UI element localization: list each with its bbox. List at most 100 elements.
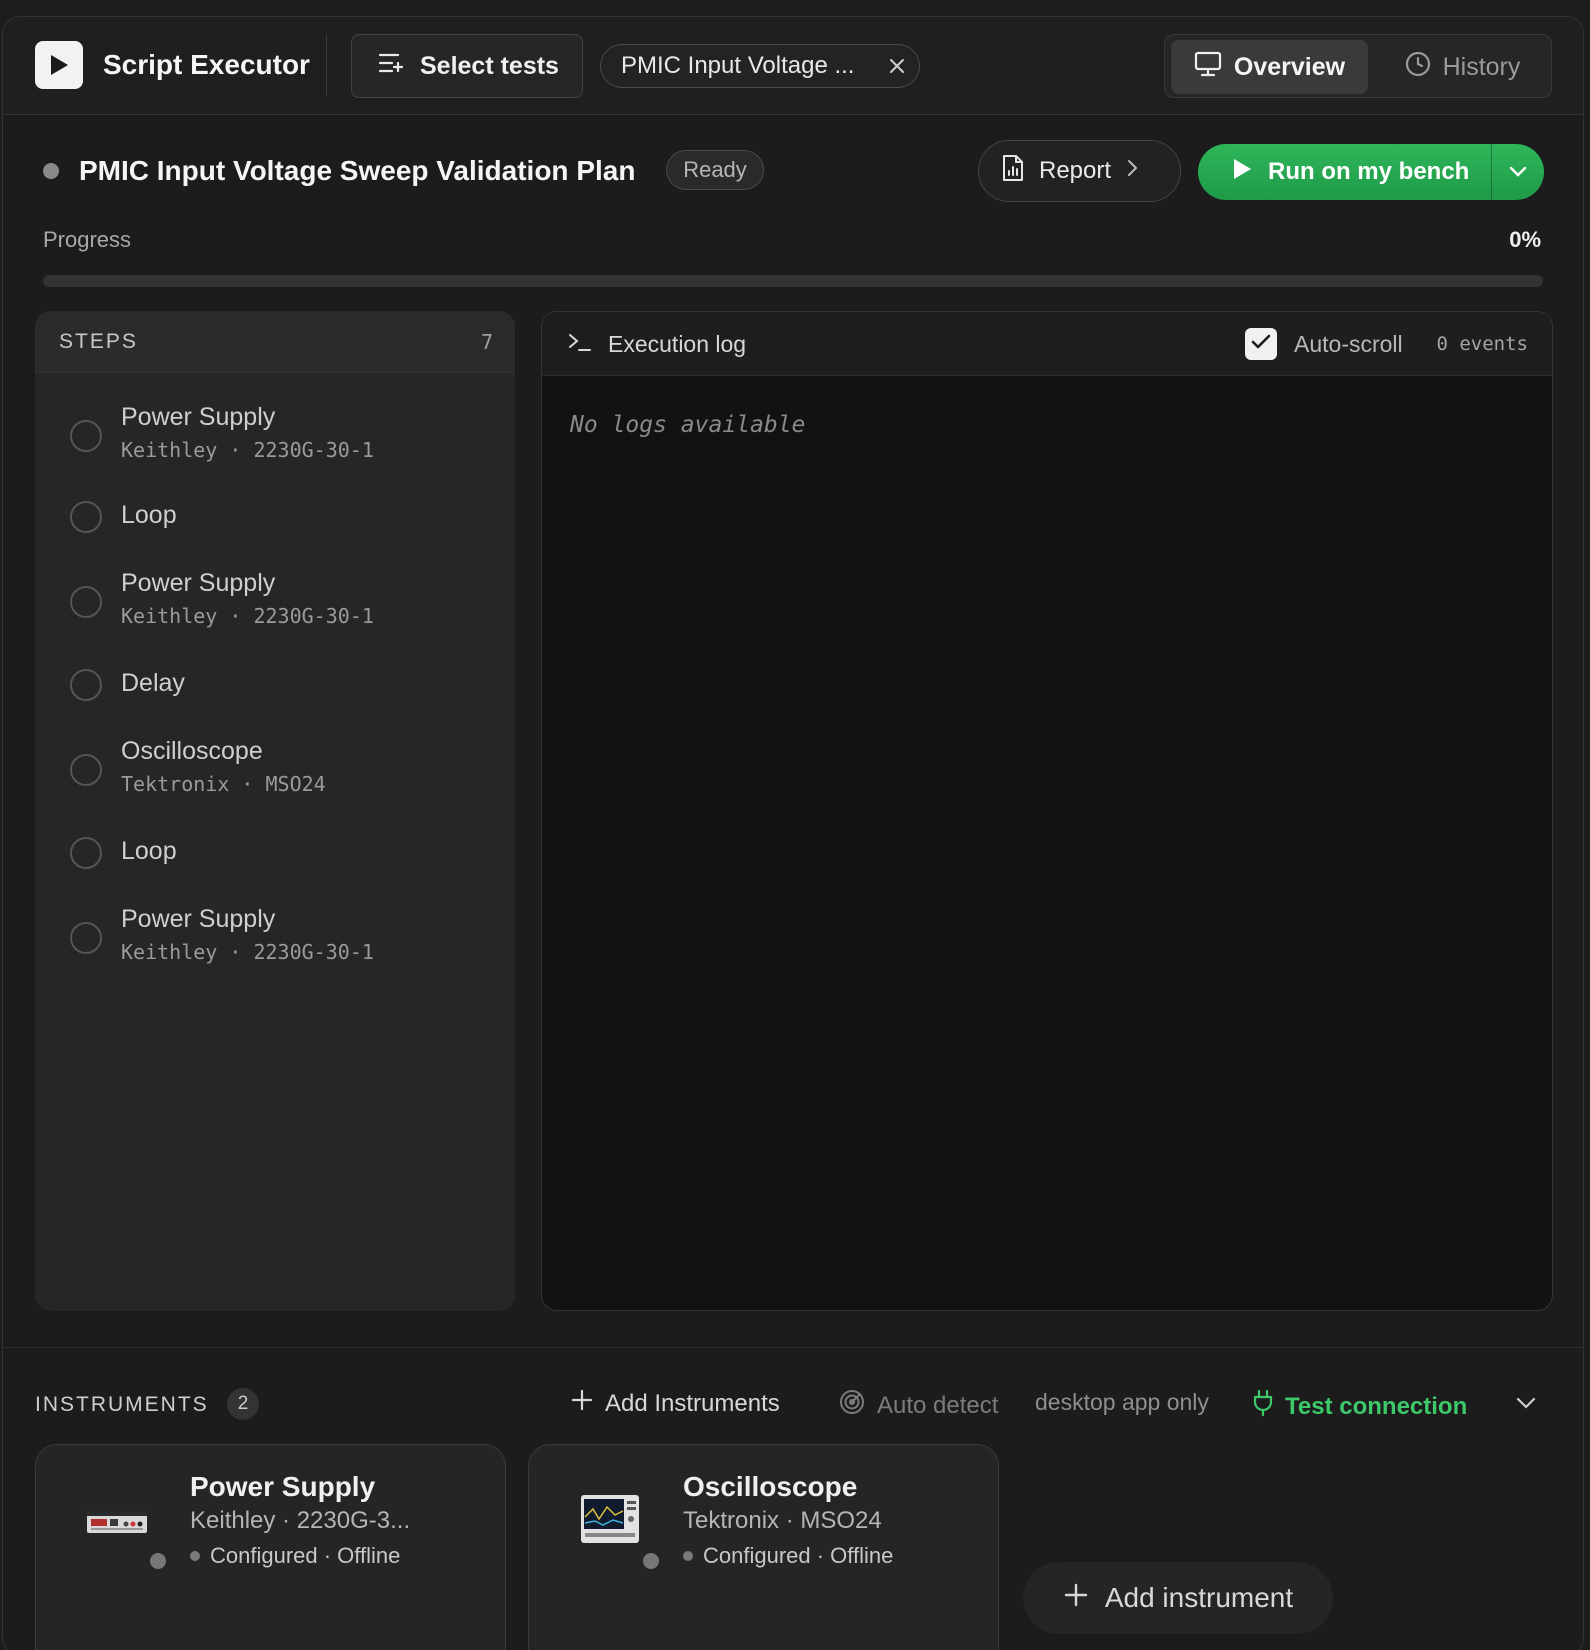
report-document-icon: [1001, 154, 1025, 189]
step-status-circle-icon: [70, 754, 102, 786]
steps-header: STEPS 7: [35, 311, 515, 373]
plus-icon: [571, 1389, 593, 1418]
step-instrument: Tektronix · MSO24: [121, 772, 326, 796]
progress-bar: [43, 275, 1543, 287]
progress-value: 0%: [1509, 227, 1541, 252]
step-item[interactable]: Loop: [35, 835, 515, 875]
plug-icon: [1253, 1389, 1273, 1424]
instrument-status-text: Configured · Offline: [210, 1543, 401, 1568]
report-button[interactable]: Report: [978, 140, 1181, 202]
step-status-circle-icon: [70, 501, 102, 533]
step-instrument: Keithley · 2230G-30-1: [121, 940, 374, 964]
step-instrument: Keithley · 2230G-30-1: [121, 438, 374, 462]
select-tests-button[interactable]: Select tests: [351, 34, 583, 98]
instrument-card-power-supply[interactable]: Power Supply Keithley · 2230G-3... Confi…: [35, 1444, 506, 1650]
terminal-icon: [568, 331, 592, 358]
instrument-status: Configured · Offline: [190, 1543, 400, 1569]
auto-scroll-checkbox[interactable]: [1245, 328, 1277, 360]
status-dot: [190, 1551, 200, 1561]
step-item[interactable]: Delay: [35, 667, 515, 707]
tab-history[interactable]: History: [1380, 40, 1545, 94]
instrument-status: Configured · Offline: [683, 1543, 893, 1569]
step-name: Oscilloscope: [121, 737, 263, 765]
add-instruments-button[interactable]: Add Instruments: [571, 1389, 780, 1418]
run-on-bench-button[interactable]: Run on my bench: [1198, 144, 1544, 200]
auto-scroll-label[interactable]: Auto-scroll: [1294, 331, 1403, 358]
step-item[interactable]: Loop: [35, 499, 515, 539]
app-window: Script Executor Select tests PMIC Input …: [2, 16, 1584, 1650]
step-name: Power Supply: [121, 569, 276, 597]
step-status-circle-icon: [70, 420, 102, 452]
tab-overview[interactable]: Overview: [1171, 40, 1368, 94]
step-name: Loop: [121, 837, 177, 865]
run-main-action[interactable]: Run on my bench: [1198, 144, 1492, 200]
step-status-circle-icon: [70, 586, 102, 618]
step-item[interactable]: Oscilloscope Tektronix · MSO24: [35, 737, 515, 807]
app-logo-play-icon: [35, 41, 83, 89]
close-icon[interactable]: [885, 54, 909, 78]
selected-test-chip[interactable]: PMIC Input Voltage ...: [600, 44, 920, 88]
tab-overview-label: Overview: [1233, 52, 1346, 81]
plan-status-dot: [43, 163, 59, 179]
play-icon: [1232, 158, 1252, 187]
chevron-right-icon: [1125, 157, 1139, 185]
step-item[interactable]: Power Supply Keithley · 2230G-30-1: [35, 569, 515, 639]
clock-icon: [1405, 51, 1431, 84]
step-name: Power Supply: [121, 403, 276, 431]
selected-test-chip-label: PMIC Input Voltage ...: [621, 52, 855, 79]
test-connection-button[interactable]: Test connection: [1253, 1389, 1467, 1424]
power-supply-image-icon: [86, 1489, 148, 1551]
test-connection-label: Test connection: [1285, 1392, 1468, 1420]
execution-log-title: Execution log: [568, 331, 746, 358]
monitor-icon: [1194, 51, 1222, 84]
step-instrument: Keithley · 2230G-30-1: [121, 604, 374, 628]
checkmark-icon: [1250, 333, 1272, 356]
execution-log-header: Execution log Auto-scroll 0 events: [542, 312, 1552, 376]
view-switcher: Overview History: [1164, 34, 1552, 98]
progress-label: Progress: [43, 227, 132, 252]
list-add-icon: [378, 52, 406, 81]
instrument-model: Tektronix · MSO24: [683, 1507, 882, 1534]
add-instrument-label: Add instrument: [1104, 1582, 1294, 1613]
add-instruments-label: Add Instruments: [605, 1389, 780, 1417]
log-empty-state: No logs available: [570, 412, 806, 438]
instrument-name: Power Supply: [190, 1471, 376, 1502]
step-item[interactable]: Power Supply Keithley · 2230G-30-1: [35, 403, 515, 473]
report-label: Report: [1039, 157, 1112, 184]
auto-detect-button[interactable]: Auto detect: [839, 1389, 998, 1422]
step-status-circle-icon: [70, 837, 102, 869]
add-instrument-button[interactable]: Add instrument: [1023, 1562, 1333, 1634]
app-title: Script Executor: [103, 49, 310, 80]
desktop-only-note: desktop app only: [1035, 1389, 1209, 1415]
oscilloscope-image-icon: [579, 1489, 641, 1551]
execution-log-title-label: Execution log: [608, 331, 747, 357]
tab-history-label: History: [1442, 52, 1521, 81]
instruments-collapse-toggle[interactable]: [1515, 1389, 1537, 1417]
step-status-circle-icon: [70, 669, 102, 701]
instrument-card-oscilloscope[interactable]: Oscilloscope Tektronix · MSO24 Configure…: [528, 1444, 999, 1650]
chevron-down-icon: [1515, 1389, 1537, 1417]
plan-title: PMIC Input Voltage Sweep Validation Plan: [79, 155, 636, 186]
event-count: 0 events: [1436, 333, 1528, 355]
instrument-connection-dot: [641, 1551, 661, 1571]
step-name: Delay: [121, 669, 185, 697]
auto-detect-label: Auto detect: [877, 1391, 999, 1419]
instrument-status-text: Configured · Offline: [703, 1543, 894, 1568]
execution-log-panel: Execution log Auto-scroll 0 events No lo…: [541, 311, 1553, 1311]
instruments-title: INSTRUMENTS: [35, 1393, 209, 1416]
run-options-dropdown[interactable]: [1492, 144, 1544, 200]
step-name: Loop: [121, 501, 177, 529]
select-tests-label: Select tests: [420, 51, 559, 80]
status-badge: Ready: [666, 150, 764, 190]
plus-icon: [1063, 1582, 1089, 1615]
step-item[interactable]: Power Supply Keithley · 2230G-30-1: [35, 905, 515, 975]
step-status-circle-icon: [70, 922, 102, 954]
steps-title: STEPS: [59, 329, 138, 353]
instruments-divider: [3, 1347, 1583, 1348]
steps-panel: STEPS 7 Power Supply Keithley · 2230G-30…: [35, 311, 515, 1311]
instrument-connection-dot: [148, 1551, 168, 1571]
top-bar: Script Executor Select tests PMIC Input …: [3, 17, 1583, 115]
steps-count: 7: [480, 329, 493, 354]
header-divider: [326, 35, 327, 97]
instruments-count-badge: 2: [227, 1388, 259, 1420]
